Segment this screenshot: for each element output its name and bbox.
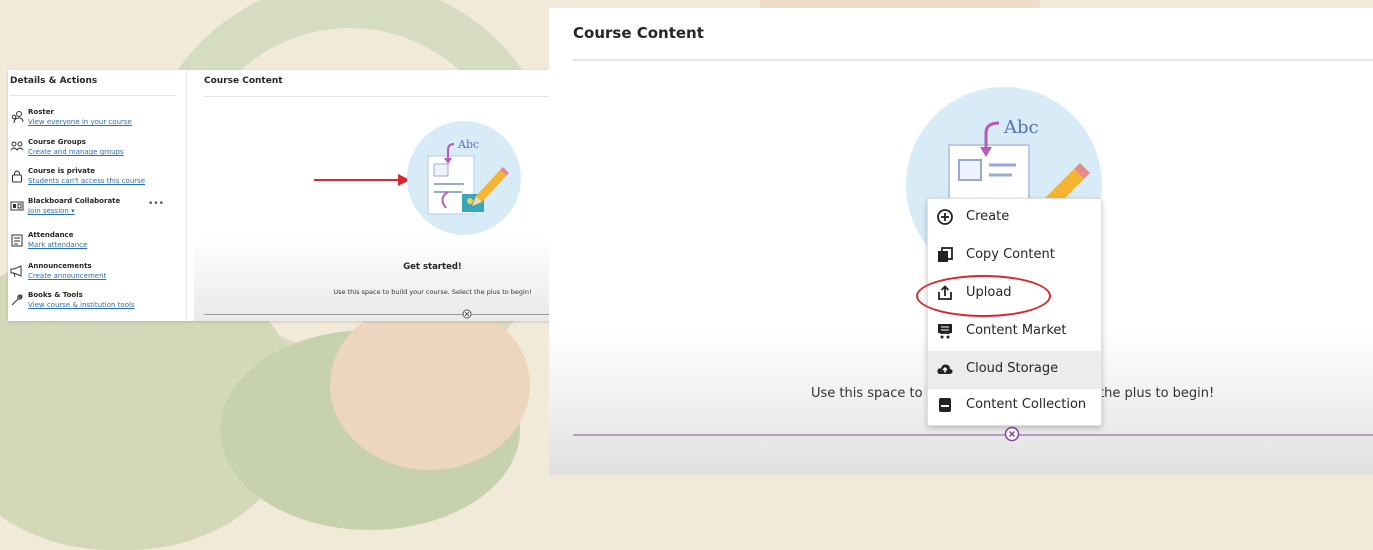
menu-item-label: Cloud Storage	[966, 361, 1059, 376]
sidebar-title: Details & Actions	[10, 76, 98, 86]
plus-circle-icon	[937, 209, 953, 225]
sidebar-item-link[interactable]: Create and manage groups	[28, 148, 124, 156]
menu-item-create[interactable]: Create	[928, 199, 1101, 237]
abc-text: Abc	[1003, 117, 1039, 138]
menu-item-cloud-storage[interactable]: Cloud Storage	[928, 351, 1101, 389]
sidebar-item-label: Announcements	[28, 262, 92, 270]
sidebar-item-label: Books & Tools	[28, 291, 83, 299]
sidebar-item-link[interactable]: Create announcement	[28, 272, 106, 280]
collaborate-icon	[10, 201, 24, 211]
sidebar-item-roster[interactable]: Roster View everyone in your course	[8, 108, 186, 138]
sidebar-item-link[interactable]: Students can't access this course	[28, 177, 145, 185]
more-options-icon[interactable]: •••	[148, 199, 164, 209]
menu-item-label: Content Market	[966, 323, 1067, 338]
menu-item-label: Create	[966, 209, 1010, 224]
menu-item-content-market[interactable]: Content Market	[928, 313, 1101, 351]
sidebar-item-link[interactable]: View course & institution tools	[28, 301, 135, 309]
sidebar-item-label: Blackboard Collaborate	[28, 197, 121, 205]
cart-icon	[938, 324, 952, 339]
sidebar-item-attendance[interactable]: Attendance Mark attendance	[8, 231, 186, 261]
add-content-line	[573, 434, 1373, 436]
attendance-icon	[11, 234, 23, 247]
background-blob	[330, 300, 530, 470]
menu-item-label: Content Collection	[966, 397, 1087, 412]
sidebar-item-groups[interactable]: Course Groups Create and manage groups	[8, 138, 186, 168]
sidebar-item-link[interactable]: Mark attendance	[28, 241, 87, 249]
sidebar-item-label: Attendance	[28, 231, 74, 239]
cloud-icon	[937, 364, 953, 374]
sidebar-item-collaborate[interactable]: Blackboard Collaborate Join session ▾ ••…	[8, 197, 186, 227]
add-content-plus-icon[interactable]	[1004, 426, 1020, 442]
get-started-text: the plus to begin!	[1099, 386, 1215, 401]
wrench-icon	[11, 294, 23, 306]
roster-icon	[11, 111, 24, 124]
course-screenshot-zoomed: Course Content Abc Use this space to the…	[549, 8, 1373, 475]
empty-course-illustration: Abc	[407, 121, 521, 235]
sidebar-item-label: Course Groups	[28, 138, 86, 146]
copy-icon	[938, 247, 953, 262]
abc-text: Abc	[457, 138, 479, 151]
sidebar-item-announcements[interactable]: Announcements Create announcement	[8, 262, 186, 292]
add-content-plus-icon[interactable]	[462, 309, 472, 319]
red-circle-annotation	[916, 275, 1051, 317]
get-started-text: Use this space to	[811, 386, 923, 401]
megaphone-icon	[10, 265, 22, 278]
page-title: Course Content	[204, 76, 283, 86]
details-sidebar: Details & Actions Roster View everyone i…	[8, 70, 186, 321]
sidebar-item-link[interactable]: View everyone in your course	[28, 118, 132, 126]
groups-icon	[10, 141, 24, 151]
join-session-dropdown[interactable]: Join session ▾	[28, 207, 75, 215]
menu-item-content-collection[interactable]: Content Collection	[928, 387, 1101, 425]
divider	[10, 95, 176, 96]
sidebar-item-label: Roster	[28, 108, 54, 116]
menu-item-copy-content[interactable]: Copy Content	[928, 237, 1101, 275]
red-arrow-annotation	[314, 174, 410, 186]
divider	[186, 70, 187, 321]
divider	[573, 59, 1373, 61]
page-title: Course Content	[573, 24, 704, 42]
lock-icon	[12, 170, 22, 183]
collection-icon	[939, 398, 951, 412]
menu-item-label: Copy Content	[966, 247, 1055, 262]
sidebar-item-privacy[interactable]: Course is private Students can't access …	[8, 167, 186, 197]
sidebar-item-books-tools[interactable]: Books & Tools View course & institution …	[8, 291, 186, 321]
sidebar-item-label: Course is private	[28, 167, 95, 175]
